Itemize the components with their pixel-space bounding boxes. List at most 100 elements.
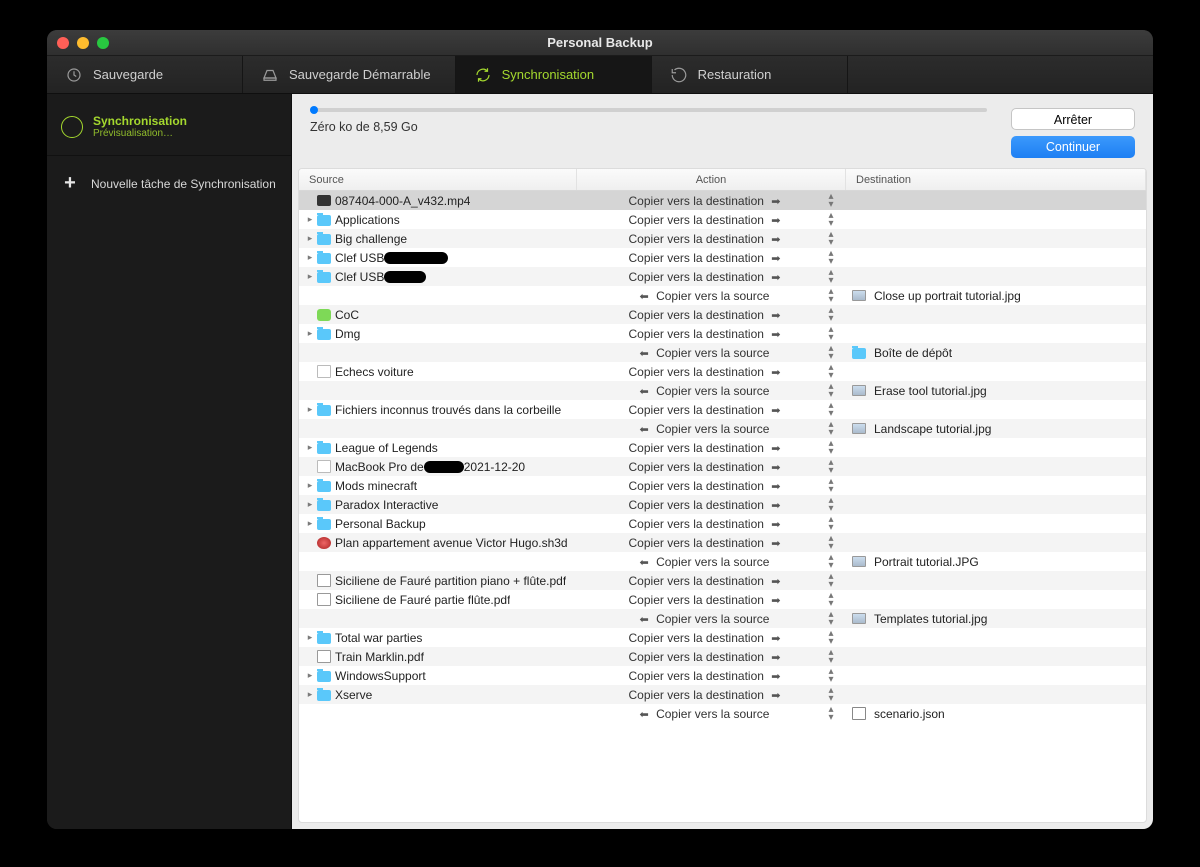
table-row[interactable]: ▸WindowsSupport Copier vers la destinati…: [299, 666, 1146, 685]
action-stepper[interactable]: ▴▾: [826, 516, 840, 532]
action-stepper[interactable]: ▴▾: [826, 459, 840, 475]
disclosure-icon[interactable]: ▸: [305, 689, 315, 700]
tab-label: Sauvegarde: [93, 67, 163, 82]
action-stepper[interactable]: ▴▾: [826, 250, 840, 266]
table-row[interactable]: ▸Personal Backup Copier vers la destinat…: [299, 514, 1146, 533]
source-label: Clef USB: [335, 251, 384, 265]
table-row[interactable]: Siciliene de Fauré partie flûte.pdf Copi…: [299, 590, 1146, 609]
column-destination[interactable]: Destination: [846, 169, 1146, 190]
new-sync-task-button[interactable]: + Nouvelle tâche de Synchronisation: [47, 155, 291, 211]
action-stepper[interactable]: ▴▾: [826, 440, 840, 456]
disclosure-icon[interactable]: ▸: [305, 499, 315, 510]
sync-task-item[interactable]: Synchronisation Prévisualisation…: [47, 104, 291, 149]
action-stepper[interactable]: ▴▾: [826, 630, 840, 646]
action-stepper[interactable]: ▴▾: [826, 231, 840, 247]
disclosure-icon[interactable]: ▸: [305, 632, 315, 643]
action-label: Copier vers la destination ➡: [583, 517, 826, 531]
action-stepper[interactable]: ▴▾: [826, 212, 840, 228]
source-cell: ▸WindowsSupport: [299, 669, 577, 683]
table-row[interactable]: Train Marklin.pdf Copier vers la destina…: [299, 647, 1146, 666]
table-row[interactable]: ▸League of Legends Copier vers la destin…: [299, 438, 1146, 457]
action-stepper[interactable]: ▴▾: [826, 345, 840, 361]
table-row[interactable]: ▸Clef USB Copier vers la destination ➡▴▾: [299, 248, 1146, 267]
disclosure-icon[interactable]: ▸: [305, 233, 315, 244]
table-row[interactable]: ▸Total war parties Copier vers la destin…: [299, 628, 1146, 647]
action-cell: Copier vers la destination ➡▴▾: [577, 193, 846, 209]
table-row[interactable]: ▸Fichiers inconnus trouvés dans la corbe…: [299, 400, 1146, 419]
table-row[interactable]: ▸Paradox Interactive Copier vers la dest…: [299, 495, 1146, 514]
table-row[interactable]: 087404-000-A_v432.mp4 Copier vers la des…: [299, 191, 1146, 210]
disclosure-icon[interactable]: ▸: [305, 442, 315, 453]
table-row[interactable]: ▸Applications Copier vers la destination…: [299, 210, 1146, 229]
column-action[interactable]: Action: [577, 169, 846, 190]
disclosure-icon[interactable]: ▸: [305, 518, 315, 529]
action-stepper[interactable]: ▴▾: [826, 497, 840, 513]
zoom-window-button[interactable]: [97, 37, 109, 49]
action-stepper[interactable]: ▴▾: [826, 193, 840, 209]
disclosure-icon[interactable]: ▸: [305, 271, 315, 282]
tab-sauvegarde-d-marrable[interactable]: Sauvegarde Démarrable: [243, 56, 456, 93]
continue-button[interactable]: Continuer: [1011, 136, 1135, 158]
action-stepper[interactable]: ▴▾: [826, 269, 840, 285]
table-row[interactable]: ▸Xserve Copier vers la destination ➡▴▾: [299, 685, 1146, 704]
table-row[interactable]: ▸Dmg Copier vers la destination ➡▴▾: [299, 324, 1146, 343]
action-stepper[interactable]: ▴▾: [826, 573, 840, 589]
action-stepper[interactable]: ▴▾: [826, 706, 840, 722]
tab-synchronisation[interactable]: Synchronisation: [456, 56, 652, 93]
minimize-window-button[interactable]: [77, 37, 89, 49]
task-progress-ring-icon: [61, 116, 83, 138]
table-row[interactable]: ⬅ Copier vers la source▴▾scenario.json: [299, 704, 1146, 723]
stop-button[interactable]: Arrêter: [1011, 108, 1135, 130]
table-row[interactable]: ⬅ Copier vers la source▴▾Close up portra…: [299, 286, 1146, 305]
tab-restauration[interactable]: Restauration: [652, 56, 848, 93]
action-stepper[interactable]: ▴▾: [826, 649, 840, 665]
table-row[interactable]: ⬅ Copier vers la source▴▾Templates tutor…: [299, 609, 1146, 628]
action-cell: Copier vers la destination ➡▴▾: [577, 497, 846, 513]
action-stepper[interactable]: ▴▾: [826, 592, 840, 608]
action-stepper[interactable]: ▴▾: [826, 478, 840, 494]
restore-icon: [670, 66, 688, 84]
table-body[interactable]: 087404-000-A_v432.mp4 Copier vers la des…: [299, 191, 1146, 822]
table-row[interactable]: ⬅ Copier vers la source▴▾Portrait tutori…: [299, 552, 1146, 571]
table-row[interactable]: ▸Mods minecraft Copier vers la destinati…: [299, 476, 1146, 495]
table-row[interactable]: ▸Clef USB Copier vers la destination ➡▴▾: [299, 267, 1146, 286]
table-row[interactable]: CoC Copier vers la destination ➡▴▾: [299, 305, 1146, 324]
folder-icon: [317, 405, 331, 416]
action-label: Copier vers la destination ➡: [583, 441, 826, 455]
table-row[interactable]: Siciliene de Fauré partition piano + flû…: [299, 571, 1146, 590]
img-icon: [852, 423, 866, 434]
action-stepper[interactable]: ▴▾: [826, 687, 840, 703]
disclosure-icon[interactable]: ▸: [305, 328, 315, 339]
disclosure-icon[interactable]: ▸: [305, 404, 315, 415]
action-stepper[interactable]: ▴▾: [826, 288, 840, 304]
action-stepper[interactable]: ▴▾: [826, 383, 840, 399]
destination-cell: scenario.json: [846, 707, 1146, 721]
disclosure-icon[interactable]: ▸: [305, 670, 315, 681]
action-stepper[interactable]: ▴▾: [826, 554, 840, 570]
source-cell: MacBook Pro de 2021-12-20: [299, 460, 577, 474]
action-stepper[interactable]: ▴▾: [826, 421, 840, 437]
table-row[interactable]: ▸Big challenge Copier vers la destinatio…: [299, 229, 1146, 248]
table-row[interactable]: Echecs voiture Copier vers la destinatio…: [299, 362, 1146, 381]
action-cell: Copier vers la destination ➡▴▾: [577, 630, 846, 646]
disclosure-icon[interactable]: ▸: [305, 480, 315, 491]
table-row[interactable]: ⬅ Copier vers la source▴▾Erase tool tuto…: [299, 381, 1146, 400]
action-stepper[interactable]: ▴▾: [826, 307, 840, 323]
tab-sauvegarde[interactable]: Sauvegarde: [47, 56, 243, 93]
destination-label: Erase tool tutorial.jpg: [874, 384, 987, 398]
table-row[interactable]: Plan appartement avenue Victor Hugo.sh3d…: [299, 533, 1146, 552]
disclosure-icon[interactable]: ▸: [305, 214, 315, 225]
table-row[interactable]: MacBook Pro de 2021-12-20Copier vers la …: [299, 457, 1146, 476]
action-stepper[interactable]: ▴▾: [826, 364, 840, 380]
close-window-button[interactable]: [57, 37, 69, 49]
action-stepper[interactable]: ▴▾: [826, 326, 840, 342]
table-row[interactable]: ⬅ Copier vers la source▴▾Landscape tutor…: [299, 419, 1146, 438]
disclosure-icon[interactable]: ▸: [305, 252, 315, 263]
table-row[interactable]: ⬅ Copier vers la source▴▾Boîte de dépôt: [299, 343, 1146, 362]
action-stepper[interactable]: ▴▾: [826, 611, 840, 627]
action-stepper[interactable]: ▴▾: [826, 535, 840, 551]
video-icon: [317, 195, 331, 206]
action-stepper[interactable]: ▴▾: [826, 402, 840, 418]
action-stepper[interactable]: ▴▾: [826, 668, 840, 684]
column-source[interactable]: Source: [299, 169, 577, 190]
